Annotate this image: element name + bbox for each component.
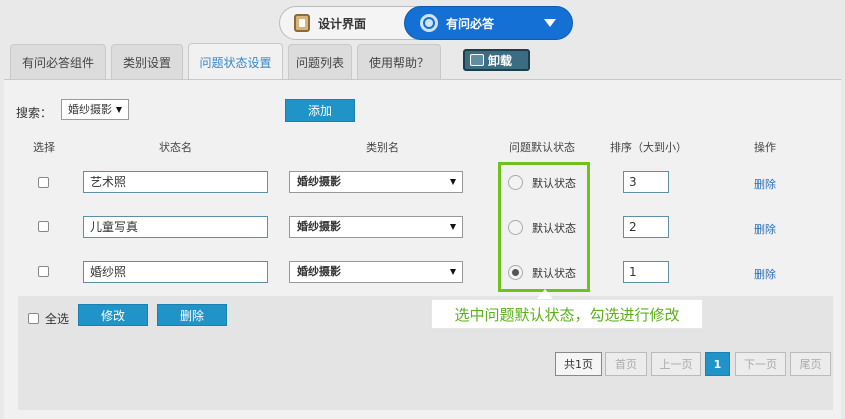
page-current[interactable]: 1 — [705, 352, 730, 376]
select-all-label: 全选 — [45, 312, 70, 326]
header-category-name: 类别名 — [366, 141, 399, 154]
qa-plugin-label: 有问必答 — [446, 16, 495, 31]
tab-help[interactable]: 使用帮助？ — [357, 44, 441, 80]
category-select[interactable]: 婚纱摄影 — [289, 171, 463, 193]
callout-pointer — [537, 289, 553, 299]
page-first-button[interactable]: 首页 — [605, 352, 647, 376]
uninstall-button[interactable]: 卸载 — [463, 49, 530, 71]
status-settings-panel: 搜索： 婚纱摄影 添加 选择 状态名 类别名 问题默认状态 排序（大到小） 操作… — [4, 79, 841, 419]
delete-link[interactable]: 删除 — [754, 266, 776, 282]
gear-icon — [420, 14, 438, 32]
view-switcher: 设计界面 有问必答 — [279, 6, 573, 40]
select-all-checkbox[interactable] — [28, 313, 39, 324]
header-status-name: 状态名 — [159, 141, 192, 154]
page-next-button[interactable]: 下一页 — [735, 352, 786, 376]
sort-input[interactable]: 3 — [623, 171, 669, 193]
row-checkbox[interactable] — [38, 221, 49, 232]
page-last-button[interactable]: 尾页 — [790, 352, 831, 376]
design-icon — [294, 14, 310, 32]
callout-tip: 选中问题默认状态，勾选进行修改 — [431, 299, 703, 329]
tab-question-list[interactable]: 问题列表 — [288, 44, 352, 80]
status-name-input[interactable]: 婚纱照 — [83, 261, 268, 283]
dropdown-arrow-icon — [450, 269, 456, 275]
header-action: 操作 — [754, 141, 776, 154]
uninstall-icon — [470, 54, 484, 66]
tab-qa-component[interactable]: 有问必答组件 — [10, 44, 106, 80]
qa-plugin-toggle[interactable]: 有问必答 — [404, 6, 573, 40]
delete-link[interactable]: 删除 — [754, 176, 776, 192]
category-select-value: 婚纱摄影 — [297, 175, 341, 188]
dropdown-arrow-icon — [116, 107, 122, 113]
default-status-highlight — [498, 162, 590, 292]
status-name-input[interactable]: 儿童写真 — [83, 216, 268, 238]
sort-input[interactable]: 1 — [623, 261, 669, 283]
dropdown-arrow-icon — [450, 224, 456, 230]
delete-link[interactable]: 删除 — [754, 221, 776, 237]
row-checkbox[interactable] — [38, 177, 49, 188]
row-checkbox[interactable] — [38, 266, 49, 277]
category-select[interactable]: 婚纱摄影 — [289, 261, 463, 283]
add-button[interactable]: 添加 — [285, 99, 355, 122]
page-prev-button[interactable]: 上一页 — [651, 352, 701, 376]
bulk-delete-button[interactable]: 删除 — [157, 304, 227, 326]
dropdown-arrow-icon — [450, 179, 456, 185]
page-total: 共1页 — [555, 352, 602, 376]
modify-button[interactable]: 修改 — [78, 304, 148, 326]
status-name-input[interactable]: 艺术照 — [83, 171, 268, 193]
header-select: 选择 — [33, 141, 55, 154]
category-select-value: 婚纱摄影 — [297, 265, 341, 278]
category-select[interactable]: 婚纱摄影 — [289, 216, 463, 238]
category-select-value: 婚纱摄影 — [297, 220, 341, 233]
uninstall-label: 卸载 — [488, 53, 513, 68]
chevron-down-icon[interactable] — [544, 19, 556, 27]
design-view-label: 设计界面 — [318, 16, 367, 31]
tab-question-status-settings[interactable]: 问题状态设置 — [188, 43, 283, 80]
select-all[interactable]: 全选 — [28, 310, 69, 327]
sort-input[interactable]: 2 — [623, 216, 669, 238]
search-category-value: 婚纱摄影 — [68, 103, 112, 116]
search-label: 搜索： — [16, 106, 53, 120]
header-sort: 排序（大到小） — [610, 141, 687, 154]
header-default-status: 问题默认状态 — [509, 141, 575, 154]
tab-bar: 有问必答组件 类别设置 问题状态设置 问题列表 使用帮助？ — [10, 43, 446, 80]
search-category-select[interactable]: 婚纱摄影 — [61, 99, 129, 120]
design-view-toggle[interactable]: 设计界面 — [280, 7, 410, 39]
tab-category-settings[interactable]: 类别设置 — [111, 44, 183, 80]
